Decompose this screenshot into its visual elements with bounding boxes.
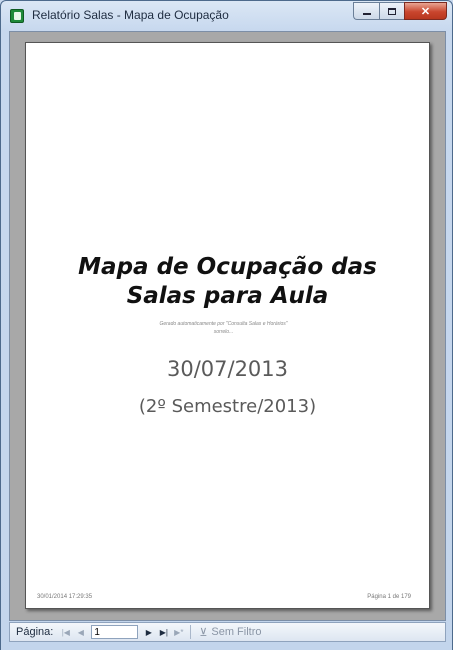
minimize-button[interactable] [353,2,379,20]
window-title: Relatório Salas - Mapa de Ocupação [32,8,229,22]
divider [190,625,192,639]
record-navigation-bar: Página: |◀ ◀ ▶ ▶| ▶* ⊻ Sem Filtro [9,622,446,642]
new-record-icon: ▶* [174,627,184,637]
maximize-icon [388,7,396,15]
last-record-icon: ▶| [159,627,168,637]
caption-buttons: ✕ [353,2,447,21]
minimize-icon [362,13,371,15]
page-number-input[interactable] [91,625,139,639]
app-icon [10,9,24,23]
window-bottom-border [1,642,452,650]
report-window: Relatório Salas - Mapa de Ocupação ✕ Map… [0,0,453,650]
report-semester: (2º Semestre/2013) [138,396,317,417]
last-page-button[interactable]: ▶| [156,625,171,639]
next-page-button[interactable]: ▶ [141,625,156,639]
prev-record-icon: ◀ [77,627,84,637]
report-date: 30/07/2013 [166,357,289,381]
report-note: Gerado automaticamente por "Consulta Sal… [136,320,311,336]
maximize-button[interactable] [379,2,404,20]
report-note-line-1: Gerado automaticamente por "Consulta Sal… [159,321,288,327]
footer-page-count: Página 1 de 179 [367,594,411,600]
report-title: Mapa de Ocupação das Salas para Aula [26,253,429,311]
report-preview-area[interactable]: Mapa de Ocupação das Salas para Aula Ger… [9,31,446,621]
close-button[interactable]: ✕ [404,2,447,20]
first-record-icon: |◀ [61,627,70,637]
filter-toggle-button[interactable]: ⊻ Sem Filtro [195,626,265,639]
next-record-icon: ▶ [145,627,152,637]
footer-timestamp: 30/01/2014 17:29:35 [37,594,93,600]
filter-label: Sem Filtro [211,626,262,638]
page-label: Página: [16,626,54,638]
title-bar[interactable]: Relatório Salas - Mapa de Ocupação ✕ [1,1,452,31]
first-page-button[interactable]: |◀ [58,625,73,639]
report-title-line-2: Salas para Aula [126,283,329,309]
report-page: Mapa de Ocupação das Salas para Aula Ger… [25,42,430,609]
close-icon: ✕ [420,5,431,18]
new-page-button[interactable]: ▶* [171,625,186,639]
previous-page-button[interactable]: ◀ [73,625,88,639]
filter-off-icon: ⊻ [199,626,208,639]
report-title-line-1: Mapa de Ocupação das [78,254,377,280]
report-note-line-2: sorrelo... [213,329,234,335]
